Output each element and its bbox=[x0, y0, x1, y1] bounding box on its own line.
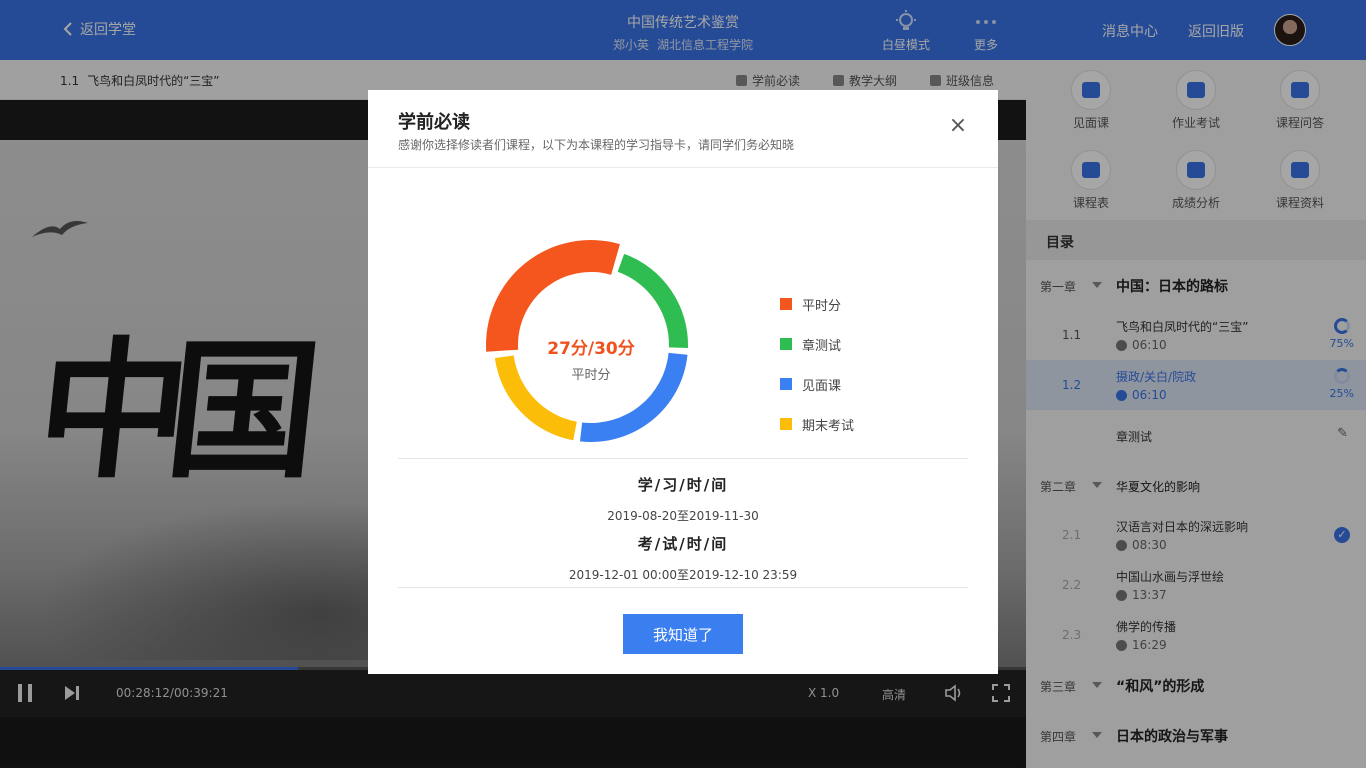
legend-swatch bbox=[780, 418, 792, 430]
divider bbox=[398, 458, 968, 459]
divider bbox=[398, 587, 968, 588]
study-time-section: 学/习/时/间 2019-08-20至2019-11-30 bbox=[368, 474, 998, 524]
pre-reading-modal: 学前必读 感谢你选择修读者们课程，以下为本课程的学习指导卡，请同学们务必知晓 ×… bbox=[368, 90, 998, 674]
legend-label: 见面课 bbox=[802, 378, 842, 394]
legend-item: 平时分 bbox=[780, 284, 854, 324]
legend-label: 章测试 bbox=[802, 338, 842, 354]
legend-label: 期末考试 bbox=[802, 418, 855, 434]
exam-time-value: 2019-12-01 00:00至2019-12-10 23:59 bbox=[568, 568, 798, 582]
center-label: 平时分 bbox=[571, 368, 611, 383]
modal-header: 学前必读 感谢你选择修读者们课程，以下为本课程的学习指导卡，请同学们务必知晓 × bbox=[368, 90, 998, 168]
legend-swatch bbox=[780, 378, 792, 390]
legend-item: 见面课 bbox=[780, 364, 854, 404]
legend-item: 章测试 bbox=[780, 324, 854, 364]
modal-title: 学前必读 bbox=[398, 112, 470, 133]
legend-swatch bbox=[780, 338, 792, 350]
modal-subtitle: 感谢你选择修读者们课程，以下为本课程的学习指导卡，请同学们务必知晓 bbox=[398, 138, 795, 152]
close-icon[interactable]: × bbox=[948, 115, 968, 137]
study-time-value: 2019-08-20至2019-11-30 bbox=[607, 509, 759, 523]
legend-label: 平时分 bbox=[802, 298, 842, 314]
study-time-label: 学/习/时/间 bbox=[637, 476, 729, 494]
donut-center: 27分/30分 平时分 bbox=[486, 334, 696, 383]
got-it-button[interactable]: 我知道了 bbox=[623, 614, 743, 654]
legend-item: 期末考试 bbox=[780, 404, 854, 444]
center-score: 27分/30分 bbox=[547, 339, 635, 359]
legend-swatch bbox=[780, 298, 792, 310]
chart-legend: 平时分 章测试 见面课 期末考试 bbox=[780, 284, 854, 444]
exam-time-section: 考/试/时/间 2019-12-01 00:00至2019-12-10 23:5… bbox=[368, 533, 998, 583]
exam-time-label: 考/试/时/间 bbox=[637, 535, 729, 553]
